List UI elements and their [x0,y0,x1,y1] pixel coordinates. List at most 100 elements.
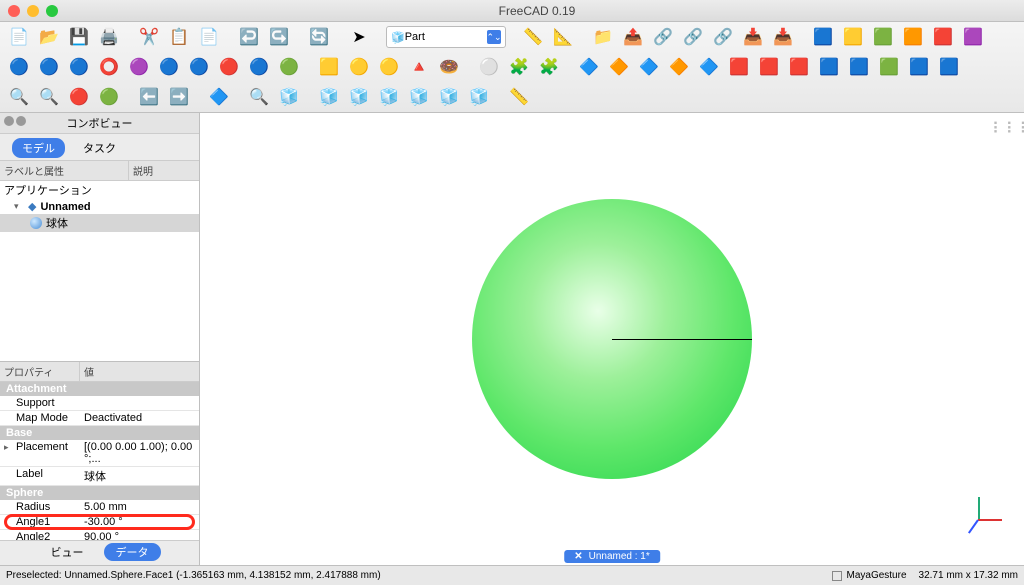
link-import-all-button[interactable]: 📥 [770,24,796,50]
print-button[interactable]: 🖨️ [96,24,122,50]
prop-val[interactable]: 5.00 mm [80,500,199,514]
link-import-button[interactable]: 📥 [740,24,766,50]
axis-gizmo[interactable] [970,491,1010,531]
close-window-button[interactable] [8,5,20,17]
prop-val[interactable]: [(0.00 0.00 1.00); 0.00 °;... [80,440,199,466]
bool-fuse-button[interactable]: 🔵 [36,54,62,80]
fillet-button[interactable]: 🔶 [666,54,692,80]
prim-sphere-button[interactable]: 🟡 [376,54,402,80]
new-file-button[interactable]: 📄 [6,24,32,50]
tree-item-sphere[interactable]: 球体 [0,214,199,232]
refresh-button[interactable]: 🔄 [306,24,332,50]
measure-linear-button[interactable]: 📏 [520,24,546,50]
mirror-button[interactable]: 🔷 [636,54,662,80]
redo-button[interactable]: ↪️ [266,24,292,50]
view-top-button[interactable]: 🧊 [346,84,372,110]
extrude-button[interactable]: 🔷 [576,54,602,80]
loft-button[interactable]: 🟥 [756,54,782,80]
minimize-window-button[interactable] [27,5,39,17]
part-extrude-button[interactable]: 🟦 [810,24,836,50]
model-tree[interactable]: アプリケーション ▾ ◆ Unnamed 球体 [0,181,199,361]
offset3d-button[interactable]: 🟦 [816,54,842,80]
tree-document[interactable]: ▾ ◆ Unnamed [0,199,199,214]
bool-section-button[interactable]: ⭕ [96,54,122,80]
prop-radius[interactable]: Radius 5.00 mm [0,500,199,515]
part-fillet-button[interactable]: 🟧 [900,24,926,50]
shape-builder-button[interactable]: 🧩 [536,54,562,80]
link-button[interactable]: 🔗 [650,24,676,50]
bool-cut-button[interactable]: 🔵 [6,54,32,80]
prim-builder-button[interactable]: 🧩 [506,54,532,80]
part-revolve-button[interactable]: 🟨 [840,24,866,50]
close-icon[interactable]: ✕ [574,551,582,562]
panel-dock-controls[interactable] [4,116,26,126]
offset2d-button[interactable]: 🟦 [846,54,872,80]
view-left-button[interactable]: 🧊 [466,84,492,110]
cut-button[interactable]: ✂️ [136,24,162,50]
nav-cube[interactable]: ⠇⠇⠇ [992,119,1018,133]
part-mirror-button[interactable]: 🟩 [870,24,896,50]
view-front-button[interactable]: 🧊 [316,84,342,110]
prop-val[interactable] [80,396,199,410]
nav-fwd-button[interactable]: ➡️ [166,84,192,110]
prop-val[interactable]: 90.00 ° [80,530,199,540]
tab-task[interactable]: タスク [73,138,126,158]
prop-support[interactable]: Support [0,396,199,411]
chevron-right-icon[interactable]: ▸ [4,442,9,453]
view-bottom-button[interactable]: 🧊 [436,84,462,110]
property-list[interactable]: Attachment Support Map Mode Deactivated … [0,382,199,540]
document-tab[interactable]: ✕ Unnamed : 1* [564,550,660,563]
prim-cone-button[interactable]: 🔺 [406,54,432,80]
prop-val[interactable]: -30.00 ° [80,515,199,529]
select-bbox-button[interactable]: 🟢 [96,84,122,110]
view-rear-button[interactable]: 🧊 [406,84,432,110]
proj-button[interactable]: 🟦 [906,54,932,80]
undo-button[interactable]: ↩️ [236,24,262,50]
select-button[interactable]: 🔍 [6,84,32,110]
split-slice-button[interactable]: 🔵 [246,54,272,80]
prop-angle1[interactable]: Angle1 -30.00 ° [0,515,199,530]
prop-val[interactable]: 球体 [80,467,199,485]
3d-viewport[interactable]: ⠇⠇⠇ ✕ Unnamed : 1* [200,113,1024,565]
link-replace-button[interactable]: 🔗 [710,24,736,50]
bool-cutout-button[interactable]: 🔵 [186,54,212,80]
chevron-down-icon[interactable]: ▾ [14,201,24,212]
workbench-selector[interactable]: 🧊 Part ⌃⌄ [386,26,506,48]
link-add-button[interactable]: 🔗 [680,24,706,50]
prop-angle2[interactable]: Angle2 90.00 ° [0,530,199,540]
measure-angular-button[interactable]: 📐 [550,24,576,50]
open-file-button[interactable]: 📂 [36,24,62,50]
nav-back-button[interactable]: ⬅️ [136,84,162,110]
select-link-button[interactable]: 🔷 [206,84,232,110]
part-ruled-button[interactable]: 🟪 [960,24,986,50]
prop-placement[interactable]: ▸ Placement [(0.00 0.00 1.00); 0.00 °;..… [0,440,199,467]
prop-val[interactable]: Deactivated [80,411,199,425]
folder-button[interactable]: 📁 [590,24,616,50]
attach-button[interactable]: 🟦 [936,54,962,80]
revolve-button[interactable]: 🔶 [606,54,632,80]
bool-connect-button[interactable]: 🟣 [126,54,152,80]
split-fragments-button[interactable]: 🔴 [216,54,242,80]
save-file-button[interactable]: 💾 [66,24,92,50]
tab-view[interactable]: ビュー [39,543,96,561]
pointer-button[interactable]: ➤ [346,24,372,50]
prop-label[interactable]: Label 球体 [0,467,199,486]
ruled-button[interactable]: 🟥 [726,54,752,80]
select-back-button[interactable]: 🔴 [66,84,92,110]
nav-style-selector[interactable]: MayaGesture [832,570,906,581]
prim-cube-button[interactable]: 🟨 [316,54,342,80]
prim-torus-button[interactable]: 🍩 [436,54,462,80]
view-right-button[interactable]: 🧊 [376,84,402,110]
paste-button[interactable]: 📄 [196,24,222,50]
tab-model[interactable]: モデル [12,138,65,158]
part-chamfer-button[interactable]: 🟥 [930,24,956,50]
split-xor-button[interactable]: 🟢 [276,54,302,80]
chamfer-button[interactable]: 🔷 [696,54,722,80]
prop-mapmode[interactable]: Map Mode Deactivated [0,411,199,426]
sweep-button[interactable]: 🟥 [786,54,812,80]
select-all-button[interactable]: 🔍 [36,84,62,110]
view-iso-button[interactable]: 🧊 [276,84,302,110]
thickness-button[interactable]: 🟩 [876,54,902,80]
prim-tube-button[interactable]: ⚪ [476,54,502,80]
sphere-shape[interactable] [472,199,752,479]
